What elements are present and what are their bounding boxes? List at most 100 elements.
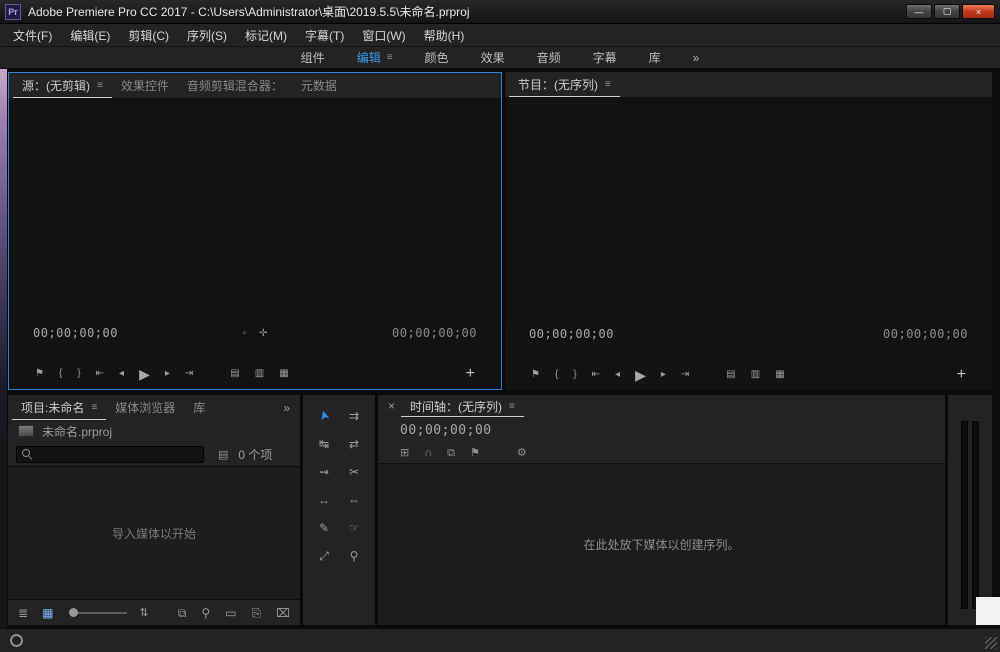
project-file-row[interactable]: 未命名.prproj [8,420,300,442]
menu-item-clip[interactable]: 剪辑(C) [119,24,178,46]
sequence-insert-icon[interactable]: ⊞ [400,448,409,459]
menu-item-help[interactable]: 帮助(H) [415,24,474,46]
go-to-out-button[interactable]: ⇥ [681,370,689,380]
add-marker-button[interactable]: ⚑ [35,369,44,379]
button-editor-button[interactable]: + [466,366,475,382]
sync-status-icon[interactable] [10,634,23,647]
panel-close-icon[interactable]: × [388,399,395,413]
razor-tool[interactable]: ✂ [339,461,369,482]
zoom-tool[interactable]: ⚲ [339,545,369,566]
slide-tool[interactable]: ⇔ [339,489,369,510]
workspace-tab-editing[interactable]: 编辑 ≡ [357,49,393,66]
automate-to-sequence-button[interactable]: ⧉ [178,607,187,619]
menu-item-file[interactable]: 文件(F) [4,24,61,46]
zoom-slider-knob[interactable] [69,608,78,617]
menu-item-edit[interactable]: 编辑(E) [61,24,119,46]
panel-menu-icon[interactable]: ≡ [509,401,515,412]
menu-item-titles[interactable]: 字幕(T) [296,24,353,46]
playback-settings-icon[interactable]: ✛ [259,328,267,339]
mark-in-button[interactable]: { [59,369,62,379]
tab-overflow-icon[interactable]: » [283,401,296,415]
new-bin-button[interactable]: ▭ [225,607,236,619]
source-monitor-screen[interactable] [9,98,501,321]
list-view-button[interactable]: ≣ [18,607,28,619]
snap-icon[interactable]: ∩ [424,448,432,459]
search-filter-icon[interactable]: ▤ [218,448,228,461]
play-button[interactable]: ▶ [139,367,150,381]
panel-menu-icon[interactable]: ≡ [91,402,97,413]
program-duration-timecode[interactable]: 00;00;00;00 [883,327,968,341]
go-to-in-button[interactable]: ⇤ [592,370,600,380]
play-button[interactable]: ▶ [635,368,646,382]
program-monitor-screen[interactable] [505,97,992,322]
tab-metadata[interactable]: 元数据 [292,73,346,98]
search-box[interactable] [16,446,204,463]
add-marker-icon[interactable]: ⚑ [470,448,480,459]
rate-stretch-tool[interactable]: ⇝ [309,461,339,482]
maximize-button[interactable]: ▢ [934,4,960,19]
ripple-edit-tool[interactable]: ↹ [309,433,339,454]
button-editor-button[interactable]: + [957,367,966,383]
step-back-button[interactable]: ◂ [119,369,124,379]
menu-item-sequence[interactable]: 序列(S) [178,24,236,46]
add-marker-button[interactable]: ⚑ [531,370,540,380]
lift-button[interactable]: ▤ [726,370,735,380]
find-button[interactable]: ⚲ [201,607,210,619]
track-select-forward-tool[interactable]: ⇉ [339,405,369,426]
fit-tool[interactable]: ⤢ [309,545,339,566]
tab-source[interactable]: 源：(无剪辑) ≡ [13,73,112,98]
new-item-button[interactable]: ⎘ [252,607,262,619]
go-to-in-button[interactable]: ⇤ [96,369,104,379]
extract-button[interactable]: ▥ [255,369,264,379]
export-frame-button[interactable]: ▦ [775,370,784,380]
scrollbar-thumb[interactable] [976,597,1000,625]
timeline-timecode[interactable]: 00;00;00;00 [400,423,492,438]
tab-libraries[interactable]: 库 [184,395,214,420]
minimize-button[interactable]: — [906,4,932,19]
workspace-tab-titles[interactable]: 字幕 [593,49,617,66]
tab-media-browser[interactable]: 媒体浏览器 [106,395,184,420]
mark-in-button[interactable]: { [555,370,558,380]
step-forward-button[interactable]: ▸ [661,370,666,380]
workspace-tab-assembly[interactable]: 组件 [301,49,325,66]
go-to-out-button[interactable]: ⇥ [185,369,193,379]
source-duration-timecode[interactable]: 00;00;00;00 [392,326,477,340]
close-button[interactable]: × [962,4,995,19]
zoom-slider[interactable] [69,612,127,614]
selection-tool[interactable]: ➤ [310,398,338,432]
workspace-tab-effects[interactable]: 效果 [481,49,505,66]
workspace-tab-audio[interactable]: 音频 [537,49,561,66]
timeline-settings-icon[interactable]: ⚙ [517,448,527,459]
rolling-edit-tool[interactable]: ⇄ [339,433,369,454]
menu-item-markers[interactable]: 标记(M) [236,24,296,46]
linked-selection-icon[interactable]: ⧉ [447,448,455,459]
program-position-timecode[interactable]: 00;00;00;00 [529,327,614,341]
pen-tool[interactable]: ✎ [309,517,339,538]
export-frame-button[interactable]: ▦ [279,369,288,379]
clear-button[interactable]: ⌧ [276,607,290,619]
workspace-tab-libraries[interactable]: 库 [649,49,661,66]
panel-menu-icon[interactable]: ≡ [605,79,611,90]
step-back-button[interactable]: ◂ [615,370,620,380]
timeline-drop-zone[interactable]: 在此处放下媒体以创建序列。 [378,463,945,625]
step-forward-button[interactable]: ▸ [165,369,170,379]
panel-menu-icon[interactable]: ≡ [97,80,103,91]
sort-icon[interactable]: ⇅ [139,606,148,619]
slip-tool[interactable]: ↔ [309,489,339,510]
tab-project[interactable]: 项目:未命名 ≡ [12,395,106,420]
extract-button[interactable]: ▥ [751,370,760,380]
tab-timeline[interactable]: 时间轴：(无序列) ≡ [401,395,524,417]
menu-item-window[interactable]: 窗口(W) [353,24,414,46]
search-input[interactable] [39,448,198,460]
zoom-level-icon[interactable]: ▫ [243,328,247,339]
project-empty-area[interactable]: 导入媒体以开始 [8,466,300,600]
tab-audio-clip-mixer[interactable]: 音频剪辑混合器： [178,73,292,98]
workspace-overflow-icon[interactable]: » [693,51,700,65]
icon-view-button[interactable]: ▦ [42,607,53,619]
workspace-tab-color[interactable]: 颜色 [425,49,449,66]
lift-button[interactable]: ▤ [230,369,239,379]
tab-effect-controls[interactable]: 效果控件 [112,73,178,98]
tab-program[interactable]: 节目：(无序列) ≡ [509,72,620,97]
source-position-timecode[interactable]: 00;00;00;00 [33,326,118,340]
workspace-menu-icon[interactable]: ≡ [387,52,393,63]
